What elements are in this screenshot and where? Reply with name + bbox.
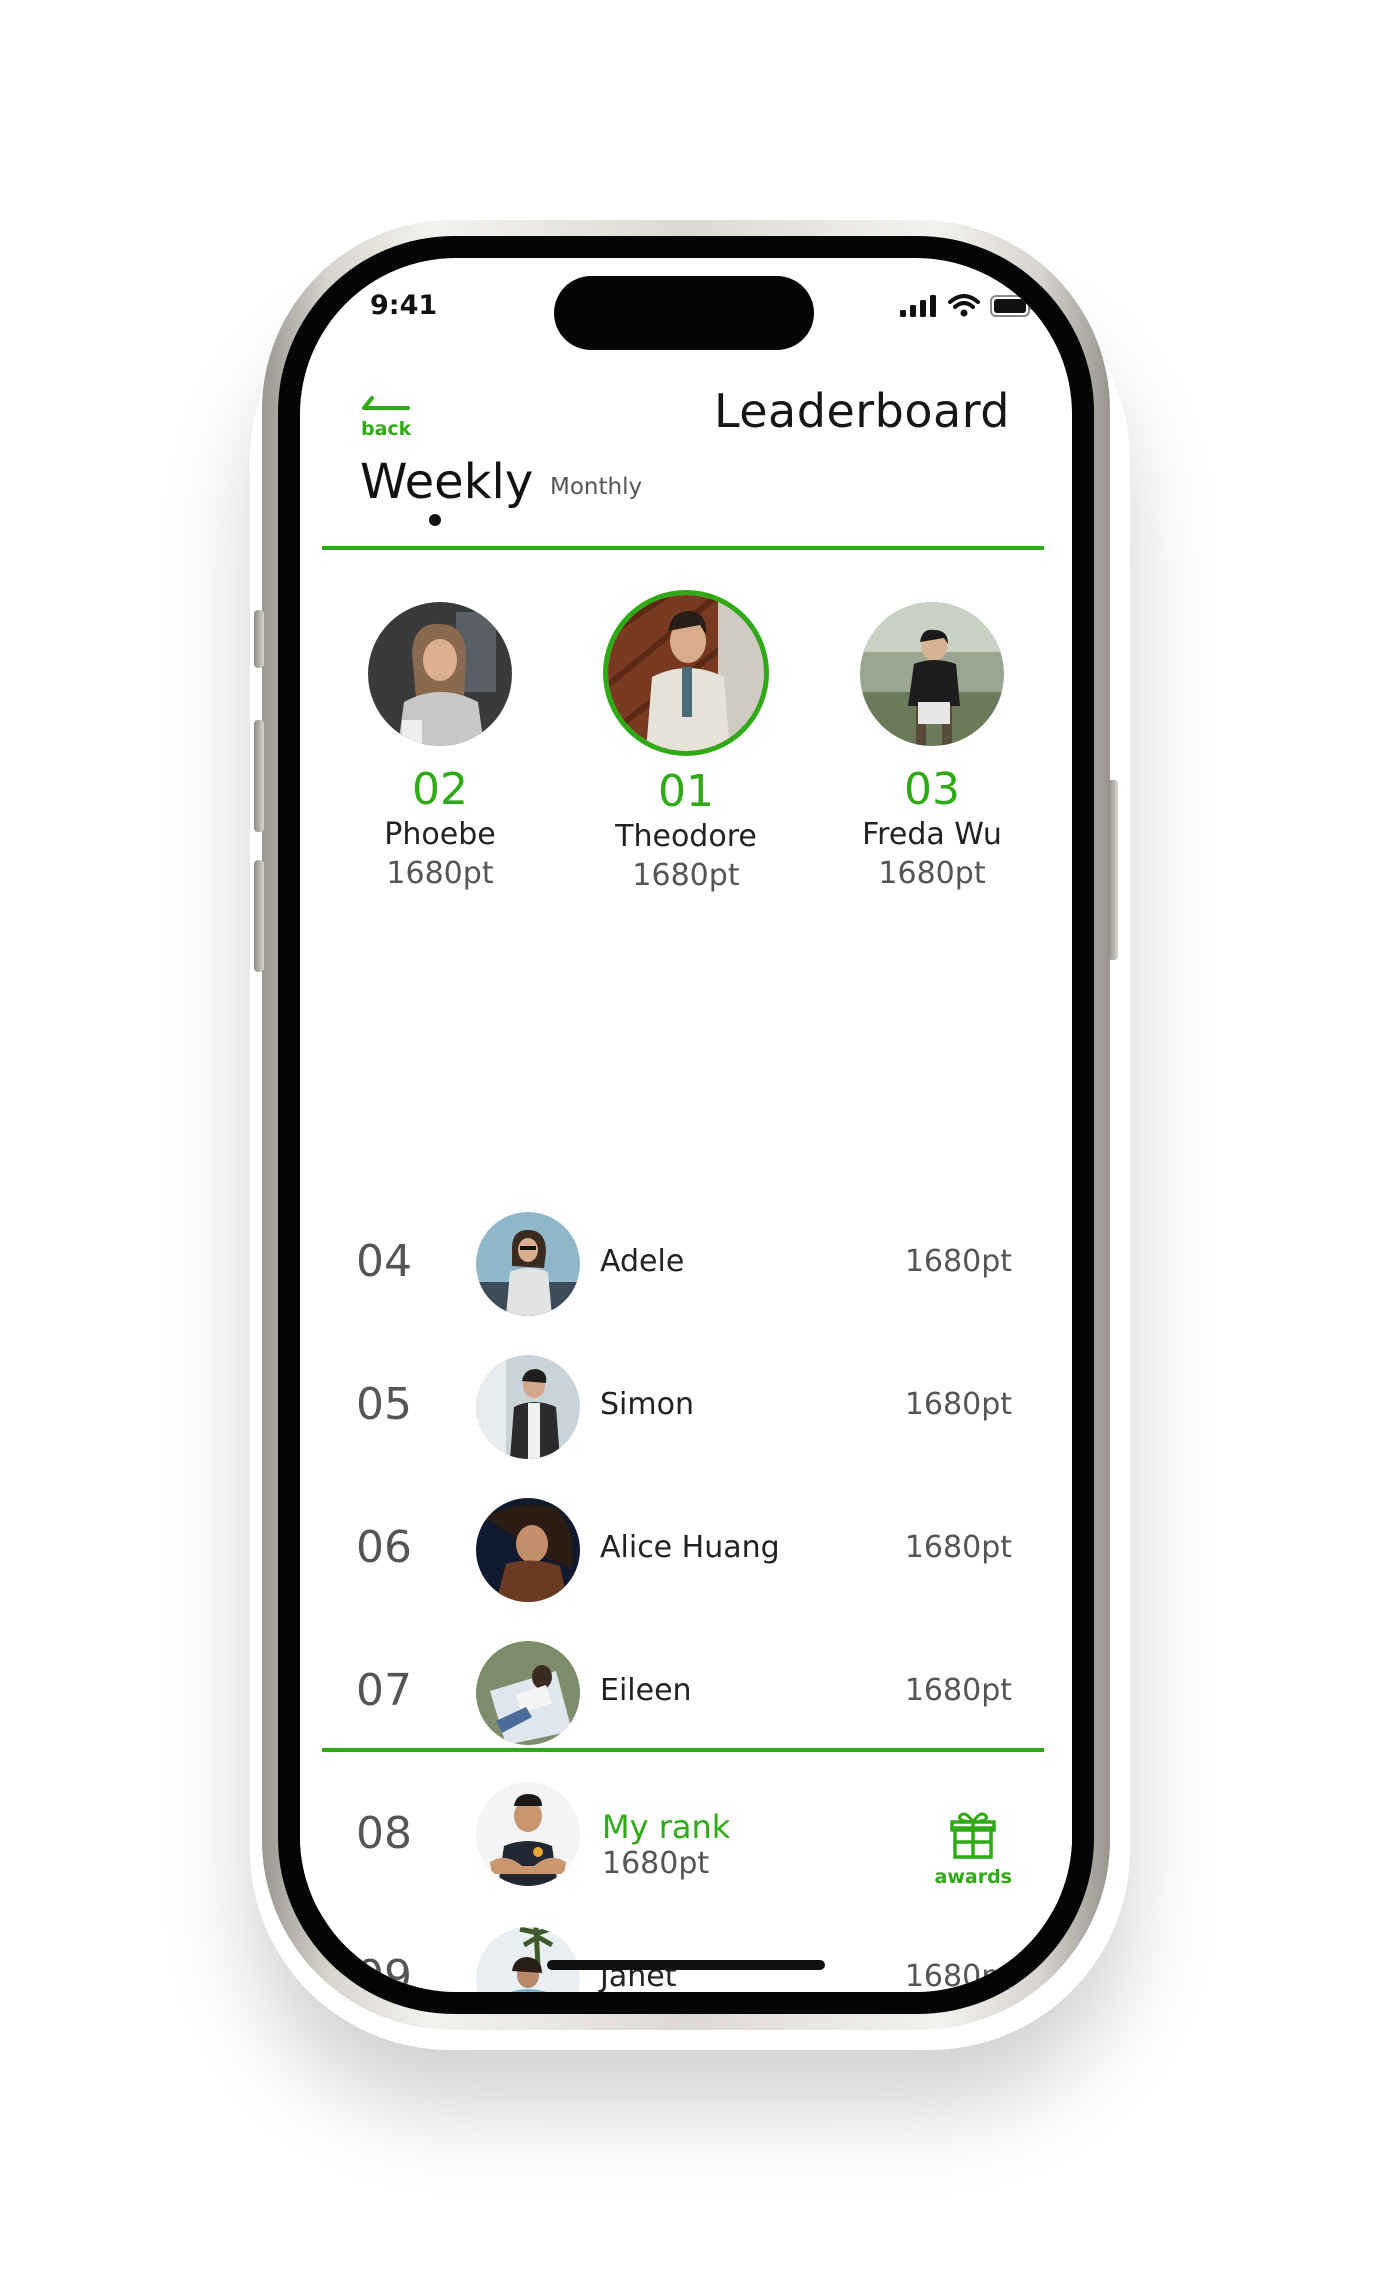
list-item[interactable]: 09 Janet 1680pt xyxy=(300,1907,1072,1992)
list-item-rank: 04 xyxy=(356,1236,412,1287)
avatar xyxy=(860,602,1004,746)
list-item-rank: 05 xyxy=(356,1379,412,1430)
podium-rank: 01 xyxy=(658,766,714,817)
back-arrow-icon xyxy=(362,396,410,410)
awards-label: awards xyxy=(934,1866,1012,1888)
my-rank-label: My rank xyxy=(602,1808,731,1846)
list-item-rank: 06 xyxy=(356,1522,412,1573)
avatar xyxy=(368,602,512,746)
dynamic-island xyxy=(554,276,814,350)
list-item[interactable]: 06 Alice Huang 1680pt xyxy=(300,1478,1072,1621)
header-divider xyxy=(322,546,1044,550)
my-rank-points: 1680pt xyxy=(602,1846,710,1881)
tab-weekly[interactable]: Weekly xyxy=(360,454,533,510)
podium-third[interactable]: 03 Freda Wu 1680pt xyxy=(812,590,1052,891)
podium-points: 1680pt xyxy=(878,856,986,891)
list-item-points: 1680pt xyxy=(904,1673,1012,1708)
list-item[interactable]: 05 Simon 1680pt xyxy=(300,1335,1072,1478)
my-rank-number: 08 xyxy=(356,1808,412,1859)
awards-button[interactable]: awards xyxy=(935,1810,1012,1888)
status-icons xyxy=(900,294,1034,318)
power-button xyxy=(1108,780,1118,960)
podium-name: Freda Wu xyxy=(862,817,1002,852)
avatar xyxy=(476,1641,580,1745)
app-screen: 9:41 back Leaderboard Weekly Monthly 02 … xyxy=(300,258,1072,1992)
wifi-icon xyxy=(948,294,980,317)
podium-name: Theodore xyxy=(615,819,757,854)
avatar xyxy=(476,1212,580,1316)
podium-points: 1680pt xyxy=(632,858,740,893)
podium-rank: 02 xyxy=(412,764,468,815)
list-item-name: Eileen xyxy=(600,1673,692,1708)
list-item-rank: 09 xyxy=(356,1951,412,1992)
tab-monthly[interactable]: Monthly xyxy=(550,474,642,500)
list-item-name: Adele xyxy=(600,1244,685,1279)
back-label: back xyxy=(361,418,412,440)
list-item-name: Alice Huang xyxy=(600,1530,780,1565)
podium-name: Phoebe xyxy=(384,817,496,852)
active-tab-indicator xyxy=(429,514,441,526)
status-time: 9:41 xyxy=(370,290,438,321)
avatar xyxy=(476,1355,580,1459)
battery-icon xyxy=(990,295,1033,317)
back-button[interactable]: back xyxy=(358,388,428,444)
my-rank-bar[interactable]: 08 My rank 1680pt awards xyxy=(300,1752,1072,1912)
list-item[interactable]: 04 Adele 1680pt xyxy=(300,1192,1072,1335)
volume-down-button xyxy=(254,860,264,972)
action-button xyxy=(254,610,264,668)
gift-icon xyxy=(950,1812,996,1859)
cellular-signal-icon xyxy=(900,295,936,317)
list-item-points: 1680pt xyxy=(904,1959,1012,1992)
list-item-points: 1680pt xyxy=(904,1387,1012,1422)
podium-second[interactable]: 02 Phoebe 1680pt xyxy=(320,590,560,891)
list-item-points: 1680pt xyxy=(904,1530,1012,1565)
list-item-rank: 07 xyxy=(356,1665,412,1716)
home-indicator[interactable] xyxy=(547,1960,825,1970)
list-item[interactable]: 07 Eileen 1680pt xyxy=(300,1621,1072,1764)
podium-points: 1680pt xyxy=(386,856,494,891)
list-item-points: 1680pt xyxy=(904,1244,1012,1279)
volume-up-button xyxy=(254,720,264,832)
avatar xyxy=(476,1498,580,1602)
podium-rank: 03 xyxy=(904,764,960,815)
page-title: Leaderboard xyxy=(713,384,1010,438)
podium-first[interactable]: 01 Theodore 1680pt xyxy=(566,590,806,893)
avatar xyxy=(603,590,769,756)
list-item-name: Simon xyxy=(600,1387,694,1422)
avatar xyxy=(476,1782,580,1886)
